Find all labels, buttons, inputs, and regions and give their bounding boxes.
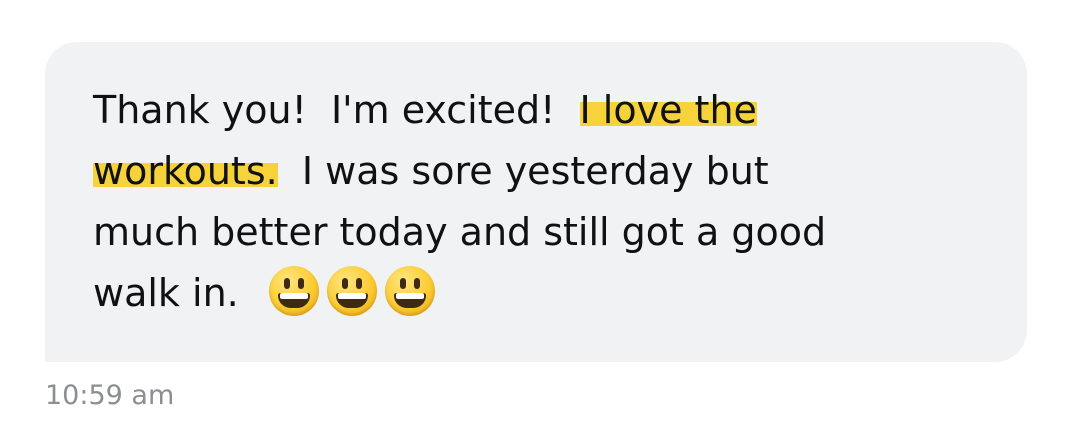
message-text-part-1: Thank you! I'm excited! xyxy=(93,88,580,132)
message-text: Thank you! I'm excited! I love the worko… xyxy=(93,80,993,324)
highlighted-text-1: I love the xyxy=(579,88,757,132)
grinning-face-emoji-icon xyxy=(384,266,435,316)
highlighted-text-2: workouts. xyxy=(93,149,278,193)
grinning-face-emoji-icon xyxy=(326,266,377,316)
grinning-face-emoji-icon xyxy=(268,266,319,316)
emoji-row xyxy=(268,266,435,316)
message-bubble[interactable]: Thank you! I'm excited! I love the worko… xyxy=(45,42,1027,362)
message-timestamp: 10:59 am xyxy=(45,380,175,411)
